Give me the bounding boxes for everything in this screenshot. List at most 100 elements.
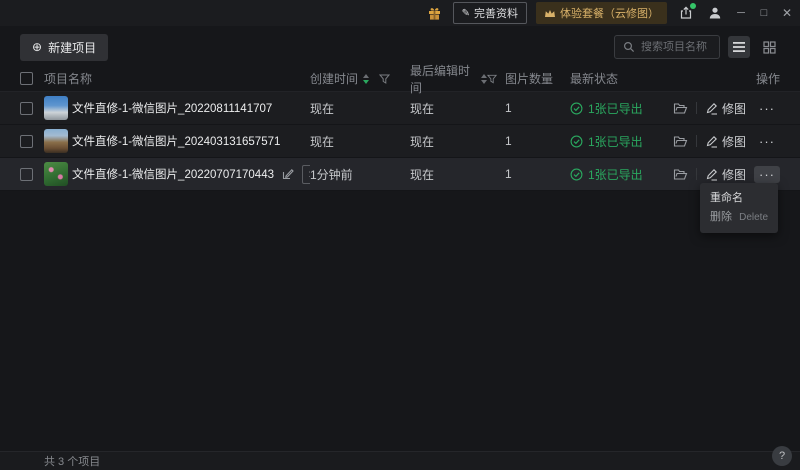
thumbnail-cell [44, 162, 72, 186]
header-created-label[interactable]: 创建时间 [310, 70, 358, 87]
select-all-checkbox[interactable] [20, 72, 33, 85]
project-name-cell: 文件直修-1-微信图片_20220811141707 [72, 100, 310, 116]
open-folder-button[interactable] [673, 168, 688, 181]
project-name-cell: 文件直修-1-微信图片_20220707170443 客户端 [72, 165, 310, 184]
more-button[interactable]: ··· [754, 133, 780, 150]
footer-bar: 共 3 个项目 [0, 451, 800, 470]
action-divider [696, 168, 697, 180]
open-folder-button[interactable] [673, 102, 688, 115]
header-name: 项目名称 [44, 70, 310, 87]
pen-icon: ✎ [462, 8, 470, 19]
notification-dot [690, 3, 696, 9]
help-button[interactable]: ? [772, 446, 792, 466]
search-box[interactable] [614, 35, 720, 59]
header-status: 最新状态 [570, 70, 668, 87]
minimize-button[interactable]: ─ [734, 0, 748, 26]
plan-badge-button[interactable]: 体验套餐（云修图） [536, 2, 667, 24]
header-count: 图片数量 [505, 70, 570, 87]
status-cell: 1张已导出 [570, 133, 668, 150]
folder-icon [673, 168, 688, 181]
retouch-pen-icon [705, 102, 718, 115]
status-badge: 1张已导出 [588, 100, 643, 117]
header-actions: 操作 [668, 70, 780, 87]
thumbnail-cell [44, 96, 72, 120]
folder-icon [673, 102, 688, 115]
table-row[interactable]: 文件直修-1-微信图片_202403131657571 现在 现在 1 1张已导… [0, 125, 800, 158]
titlebar-actions: ✎ 完善资料 体验套餐（云修图） [426, 0, 794, 26]
project-name[interactable]: 文件直修-1-微信图片_202403131657571 [72, 133, 280, 149]
count-cell: 1 [505, 134, 570, 148]
complete-profile-button[interactable]: ✎ 完善资料 [453, 2, 527, 24]
rename-pencil-glyph [282, 168, 294, 180]
list-view-icon [732, 41, 746, 53]
check-circle-icon [570, 168, 583, 181]
status-badge: 1张已导出 [588, 166, 643, 183]
close-button[interactable]: ✕ [780, 0, 794, 26]
project-name[interactable]: 文件直修-1-微信图片_20220707170443 [72, 166, 274, 182]
open-folder-button[interactable] [673, 135, 688, 148]
search-icon [623, 41, 635, 53]
user-icon[interactable] [705, 3, 725, 23]
row-checkbox-cell [20, 135, 44, 148]
retouch-label: 修图 [722, 133, 746, 150]
rename-icon[interactable] [282, 168, 294, 180]
new-project-button[interactable]: ⊕ 新建项目 [20, 34, 108, 61]
menu-item-delete[interactable]: 删除 Delete [700, 209, 778, 226]
sort-created-icon[interactable] [363, 74, 369, 84]
project-name[interactable]: 文件直修-1-微信图片_20220811141707 [72, 100, 272, 116]
rename-label: 重命名 [710, 190, 743, 207]
created-cell: 现在 [310, 133, 410, 150]
toolbar: ⊕ 新建项目 [0, 26, 800, 60]
count-cell: 1 [505, 101, 570, 115]
retouch-pen-icon [705, 135, 718, 148]
list-view-button[interactable] [728, 36, 750, 58]
row-checkbox[interactable] [20, 135, 33, 148]
retouch-button[interactable]: 修图 [705, 133, 746, 150]
table-row[interactable]: 文件直修-1-微信图片_20220811141707 现在 现在 1 1张已导出 [0, 92, 800, 125]
project-name-cell: 文件直修-1-微信图片_202403131657571 [72, 133, 310, 149]
project-count-label: 共 3 个项目 [0, 453, 100, 469]
actions-cell: 修图 ··· [668, 133, 780, 150]
filter-edited-icon[interactable] [487, 74, 497, 84]
created-cell: 现在 [310, 100, 410, 117]
edited-cell: 现在 [410, 133, 505, 150]
more-button[interactable]: ··· [754, 166, 780, 183]
check-circle-icon [570, 135, 583, 148]
count-cell: 1 [505, 167, 570, 181]
share-icon[interactable] [676, 3, 696, 23]
row-checkbox-cell [20, 168, 44, 181]
maximize-button[interactable]: □ [757, 0, 771, 26]
search-input[interactable] [641, 41, 711, 53]
table-header: 项目名称 创建时间 最后编辑时间 图片数量 最新状态 操作 [0, 66, 800, 92]
retouch-button[interactable]: 修图 [705, 166, 746, 183]
project-thumbnail [44, 162, 68, 186]
header-edited-label[interactable]: 最后编辑时间 [410, 62, 476, 96]
retouch-label: 修图 [722, 100, 746, 117]
menu-item-rename[interactable]: 重命名 [700, 190, 778, 207]
header-created: 创建时间 [310, 70, 410, 87]
row-checkbox[interactable] [20, 102, 33, 115]
status-badge: 1张已导出 [588, 133, 643, 150]
app-window: ✎ 完善资料 体验套餐（云修图） [0, 0, 800, 470]
table-row[interactable]: 文件直修-1-微信图片_20220707170443 客户端 1分钟前 现在 1… [0, 158, 800, 191]
retouch-button[interactable]: 修图 [705, 100, 746, 117]
more-button[interactable]: ··· [754, 100, 780, 117]
actions-cell: 修图 ··· [668, 100, 780, 117]
project-thumbnail [44, 96, 68, 120]
action-divider [696, 102, 697, 114]
user-icon-glyph [708, 6, 722, 20]
delete-shortcut: Delete [739, 209, 768, 226]
header-checkbox-cell [20, 72, 44, 85]
titlebar: ✎ 完善资料 体验套餐（云修图） [0, 0, 800, 26]
client-tag: 客户端 [302, 165, 310, 184]
context-menu: 重命名 删除 Delete [700, 183, 778, 233]
gift-icon[interactable] [426, 4, 444, 22]
row-checkbox[interactable] [20, 168, 33, 181]
filter-created-icon[interactable] [379, 74, 390, 84]
actions-cell: 修图 ··· [668, 166, 780, 183]
grid-view-button[interactable] [758, 36, 780, 58]
edited-cell: 现在 [410, 100, 505, 117]
created-cell: 1分钟前 [310, 166, 410, 183]
row-checkbox-cell [20, 102, 44, 115]
edited-cell: 现在 [410, 166, 505, 183]
